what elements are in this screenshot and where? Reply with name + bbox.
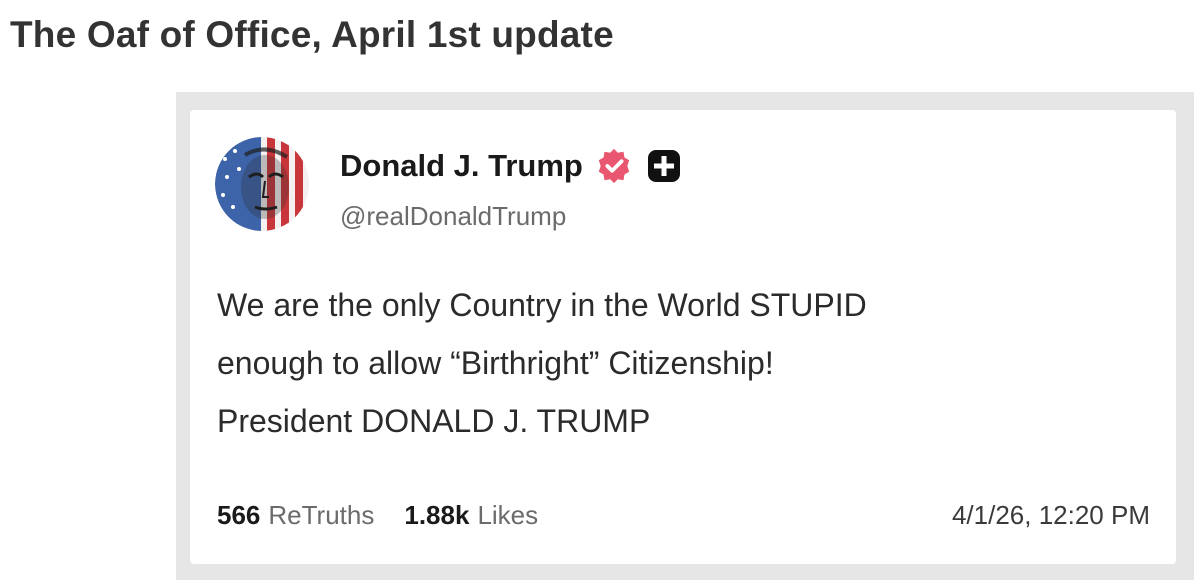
likes-stat[interactable]: 1.88k Likes bbox=[404, 500, 538, 531]
post-body-line: President DONALD J. TRUMP bbox=[217, 403, 651, 439]
plus-badge-icon bbox=[647, 150, 680, 182]
author-handle[interactable]: @realDonaldTrump bbox=[340, 201, 566, 232]
author-name[interactable]: Donald J. Trump bbox=[340, 148, 583, 184]
page-title: The Oaf of Office, April 1st update bbox=[10, 14, 614, 55]
retruths-count: 566 bbox=[217, 500, 261, 530]
retruths-label: ReTruths bbox=[268, 500, 375, 530]
verified-badge-icon bbox=[598, 148, 630, 184]
retruths-stat[interactable]: 566 ReTruths bbox=[217, 500, 374, 531]
post-timestamp[interactable]: 4/1/26, 12:20 PM bbox=[952, 500, 1150, 531]
post-screenshot-frame: Donald J. Trump @realDonaldTrump We are … bbox=[176, 92, 1194, 580]
likes-count: 1.88k bbox=[404, 500, 470, 530]
post-body-line: We are the only Country in the World STU… bbox=[217, 287, 867, 323]
likes-label: Likes bbox=[477, 500, 539, 530]
post-card: Donald J. Trump @realDonaldTrump We are … bbox=[190, 110, 1176, 564]
avatar[interactable] bbox=[215, 137, 309, 231]
post-stats: 566 ReTruths 1.88k Likes bbox=[217, 500, 568, 531]
author-name-row: Donald J. Trump bbox=[340, 146, 681, 186]
post-body-line: enough to allow “Birthright” Citizenship… bbox=[217, 345, 774, 381]
page: The Oaf of Office, April 1st update Dona… bbox=[0, 0, 1200, 584]
post-body: We are the only Country in the World STU… bbox=[217, 276, 1147, 450]
flag-portrait-avatar-icon bbox=[215, 137, 309, 231]
